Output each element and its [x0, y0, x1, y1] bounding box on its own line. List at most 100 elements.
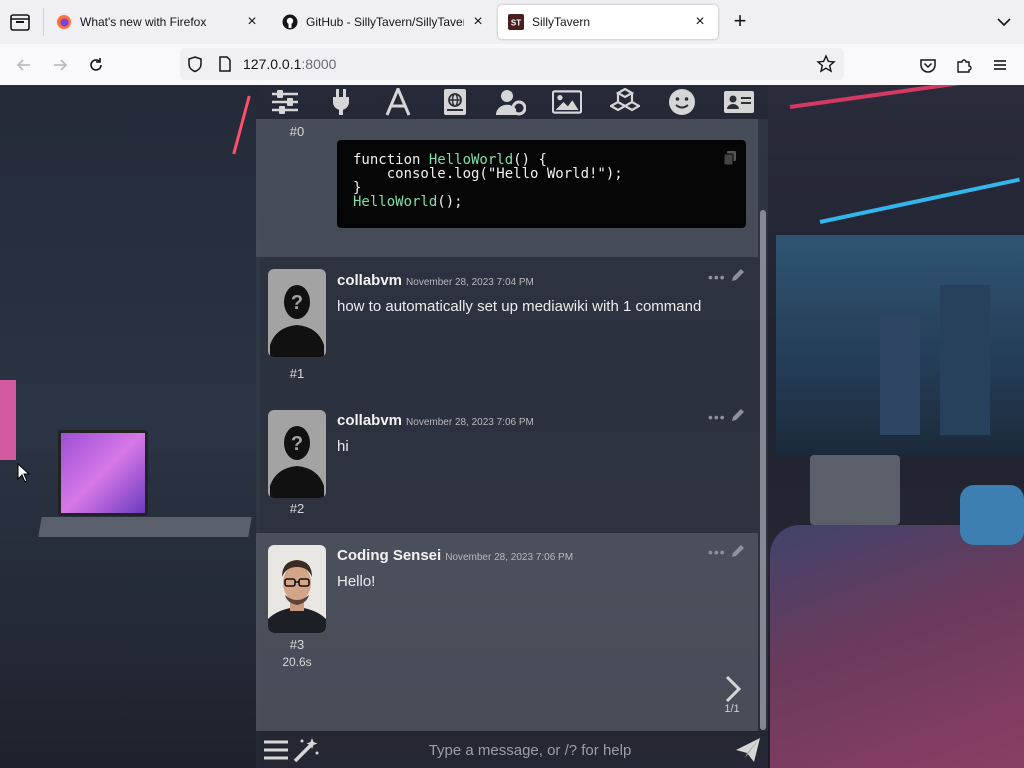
- tab-github[interactable]: GitHub - SillyTavern/SillyTavern ×: [272, 5, 496, 39]
- bookmark-star-icon[interactable]: [816, 54, 836, 74]
- tab-sillytavern[interactable]: ST SillyTavern ×: [498, 5, 718, 39]
- tab-separator: [43, 8, 44, 36]
- code-line: console.log("Hello World!");: [353, 166, 623, 182]
- avatar[interactable]: ?: [268, 269, 326, 357]
- message-timestamp: November 28, 2023 7:06 PM: [406, 417, 534, 428]
- app-menu-button[interactable]: [987, 52, 1013, 78]
- url-text[interactable]: 127.0.0.1:8000: [243, 56, 336, 72]
- message-author: Coding Sensei November 28, 2023 7:06 PM: [337, 547, 574, 564]
- building: [940, 285, 990, 435]
- extensions-icon[interactable]: [610, 88, 640, 116]
- message-id: #3: [289, 637, 305, 652]
- neon-light: [819, 177, 1020, 224]
- chat-message: ? #2 collabvm November 28, 2023 7:06 PM h…: [256, 392, 758, 526]
- reload-button[interactable]: [83, 52, 109, 78]
- neon-light: [789, 85, 1023, 109]
- page-info-icon[interactable]: [216, 55, 234, 73]
- code-block: function HelloWorld() { console.log("Hel…: [337, 140, 746, 228]
- mouse-cursor-icon: [17, 463, 31, 483]
- tab-firefox-whats-new[interactable]: What's new with Firefox ×: [46, 5, 270, 39]
- message-text: Hello!: [337, 573, 376, 590]
- svg-text:?: ?: [291, 292, 303, 314]
- world-book-icon[interactable]: [440, 88, 470, 116]
- left-wall: [0, 85, 260, 768]
- svg-text:?: ?: [291, 433, 303, 455]
- hamburger-icon: [994, 60, 1006, 70]
- chat-scrollbar[interactable]: [760, 210, 766, 730]
- pocket-button[interactable]: [915, 52, 941, 78]
- printer: [810, 455, 900, 525]
- send-paper-plane-icon[interactable]: [734, 736, 762, 764]
- user-settings-icon[interactable]: [496, 88, 526, 116]
- firefox-icon: [57, 15, 71, 29]
- message-text: hi: [337, 438, 349, 455]
- message-input[interactable]: [330, 734, 730, 766]
- message-author: collabvm November 28, 2023 7:06 PM: [337, 412, 534, 429]
- code-line: function HelloWorld() {: [353, 152, 547, 168]
- generation-timer: 20.6s: [282, 655, 312, 669]
- github-icon: [282, 14, 298, 30]
- code-line: HelloWorld();: [353, 194, 463, 210]
- smile-icon[interactable]: [667, 88, 697, 116]
- code-line: }: [353, 180, 362, 196]
- coding-sensei-avatar: [268, 545, 326, 633]
- sliders-icon[interactable]: [270, 88, 300, 116]
- plug-icon[interactable]: [326, 88, 356, 116]
- options-menu-icon[interactable]: [262, 736, 290, 764]
- font-icon[interactable]: [383, 88, 413, 116]
- extensions-button[interactable]: [951, 52, 977, 78]
- forward-button[interactable]: [47, 52, 73, 78]
- url-port: :8000: [301, 56, 337, 72]
- arrow-left-icon: [16, 59, 30, 71]
- chevron-down-icon[interactable]: [994, 12, 1014, 32]
- tracking-protection-shield-icon[interactable]: [186, 55, 204, 73]
- desk: [38, 517, 252, 537]
- firefox-view-icon[interactable]: [8, 10, 32, 34]
- back-button[interactable]: [11, 52, 37, 78]
- default-user-silhouette-icon: ?: [270, 426, 324, 498]
- magic-wand-icon[interactable]: [292, 736, 320, 764]
- copy-icon[interactable]: [722, 150, 738, 166]
- avatar[interactable]: [268, 545, 326, 633]
- character-card-icon[interactable]: [723, 88, 755, 116]
- chat-message: #3 Coding Sensei November 28, 2023 7:06 P…: [256, 533, 758, 731]
- default-user-silhouette-icon: ?: [270, 285, 324, 357]
- avatar[interactable]: ?: [268, 410, 326, 498]
- pink-panel: [0, 380, 16, 460]
- tab-title: What's new with Firefox: [80, 15, 207, 29]
- message-id: #1: [289, 366, 305, 381]
- pocket-icon: [920, 59, 936, 73]
- pencil-icon[interactable]: [730, 543, 746, 559]
- svg-text:ST: ST: [511, 19, 521, 28]
- tab-close-icon[interactable]: ×: [244, 14, 260, 30]
- puzzle-icon: [957, 59, 972, 73]
- new-tab-button[interactable]: +: [728, 10, 752, 34]
- tab-close-icon[interactable]: ×: [470, 14, 486, 30]
- tab-title: SillyTavern: [532, 15, 591, 29]
- url-host: 127.0.0.1: [243, 56, 302, 72]
- message-options-icon[interactable]: •••: [708, 544, 726, 560]
- message-timestamp: November 28, 2023 7:06 PM: [445, 552, 574, 563]
- pencil-icon[interactable]: [730, 267, 746, 283]
- tab-close-icon[interactable]: ×: [692, 14, 708, 30]
- reload-icon: [90, 58, 102, 71]
- message-options-icon[interactable]: •••: [708, 409, 726, 425]
- bed: [770, 525, 1024, 768]
- swipe-right-chevron-icon[interactable]: [722, 674, 744, 704]
- swipe-counter: 1/1: [724, 703, 740, 715]
- chat-message: ? #1 collabvm November 28, 2023 7:04 PM h…: [256, 257, 758, 391]
- message-id: #2: [289, 501, 305, 516]
- pillow: [960, 485, 1024, 545]
- message-options-icon[interactable]: •••: [708, 269, 726, 285]
- monitor: [58, 430, 148, 516]
- image-icon[interactable]: [552, 88, 582, 116]
- message-timestamp: November 28, 2023 7:04 PM: [406, 277, 534, 288]
- message-text: how to automatically set up mediawiki wi…: [337, 298, 702, 315]
- sillytavern-icon: ST: [508, 14, 524, 30]
- arrow-right-icon: [54, 59, 68, 71]
- pencil-icon[interactable]: [730, 407, 746, 423]
- message-id: #0: [289, 124, 305, 139]
- building: [880, 315, 920, 435]
- message-author: collabvm November 28, 2023 7:04 PM: [337, 272, 534, 289]
- tab-title: GitHub - SillyTavern/SillyTavern: [306, 15, 464, 29]
